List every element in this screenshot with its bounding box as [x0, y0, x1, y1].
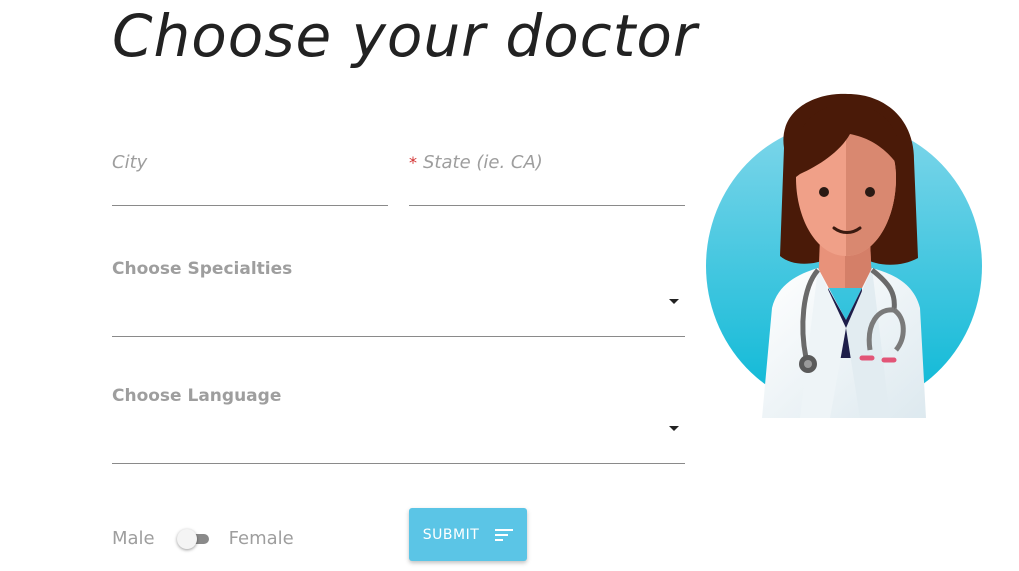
- language-label: Choose Language: [112, 386, 282, 406]
- gender-toggle-row: Male Female: [112, 525, 294, 551]
- submit-label: SUBMIT: [422, 526, 480, 543]
- male-label: Male: [112, 527, 155, 549]
- state-field[interactable]: * State (ie. CA): [409, 152, 685, 206]
- specialties-label: Choose Specialties: [112, 259, 293, 279]
- specialties-select[interactable]: Choose Specialties: [112, 257, 685, 337]
- city-field[interactable]: City: [112, 152, 388, 206]
- toggle-knob[interactable]: [176, 529, 197, 549]
- city-input[interactable]: [112, 173, 388, 201]
- city-label: City: [112, 152, 148, 173]
- required-asterisk: *: [409, 153, 417, 172]
- state-label: * State (ie. CA): [409, 152, 543, 173]
- female-label: Female: [228, 527, 294, 549]
- state-label-text: State (ie. CA): [423, 152, 543, 173]
- caret-down-icon[interactable]: [669, 299, 679, 304]
- page-title: Choose your doctor: [112, 2, 698, 70]
- submit-button[interactable]: SUBMIT: [409, 508, 527, 561]
- gender-toggle[interactable]: [176, 527, 211, 549]
- language-select[interactable]: Choose Language: [112, 384, 685, 464]
- caret-down-icon[interactable]: [669, 426, 679, 431]
- state-input[interactable]: [409, 173, 685, 201]
- doctor-illustration: [706, 93, 982, 418]
- sort-icon: [495, 528, 514, 541]
